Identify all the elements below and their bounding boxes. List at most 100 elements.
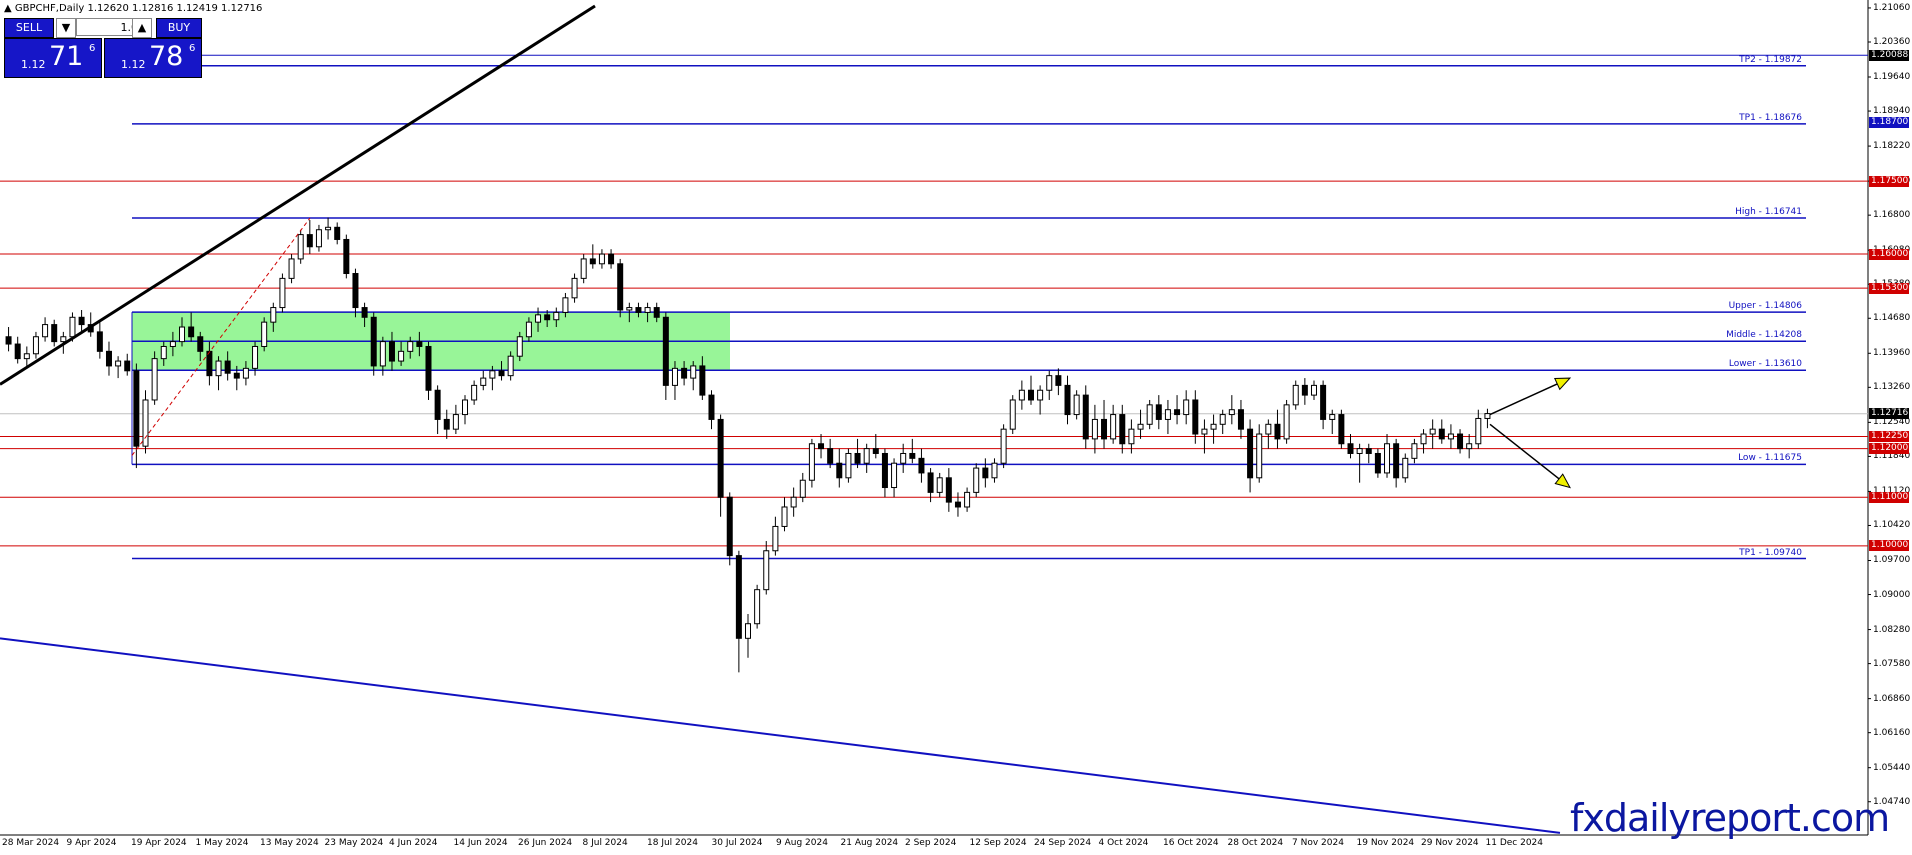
candle-body bbox=[334, 226, 341, 240]
candle-body bbox=[1192, 399, 1199, 435]
candle-body bbox=[115, 360, 122, 367]
candle-body bbox=[297, 234, 304, 260]
candle-body bbox=[763, 550, 770, 591]
price-badge: 1.17500 bbox=[1869, 175, 1909, 187]
candle-body bbox=[452, 414, 459, 430]
candle-body bbox=[918, 457, 925, 474]
candle-body bbox=[306, 234, 313, 248]
candle-body bbox=[900, 452, 907, 464]
lot-decrease-button[interactable]: ▼ bbox=[56, 18, 76, 38]
candle-body bbox=[909, 452, 916, 459]
candle-body bbox=[425, 345, 432, 391]
candle-body bbox=[471, 384, 478, 401]
y-tick-label: 1.06160 bbox=[1873, 727, 1911, 738]
candle-body bbox=[653, 307, 660, 318]
candle-body bbox=[1320, 384, 1327, 420]
buy-price-big: 78 bbox=[149, 41, 184, 72]
candle-body bbox=[1201, 428, 1208, 435]
lot-increase-button[interactable]: ▲ bbox=[132, 18, 152, 38]
candle-body bbox=[507, 355, 514, 377]
candle-body bbox=[407, 341, 414, 352]
buy-price-sup: 6 bbox=[189, 43, 196, 54]
price-badge: 1.18700 bbox=[1869, 117, 1909, 129]
candle-body bbox=[799, 479, 806, 498]
candle-body bbox=[1329, 414, 1336, 420]
candle-body bbox=[891, 462, 898, 489]
y-tick-label: 1.07580 bbox=[1873, 658, 1911, 669]
price-badge: 1.20088 bbox=[1869, 49, 1909, 61]
level-label: TP1 - 1.18676 bbox=[1739, 112, 1802, 123]
x-tick-label: 8 Jul 2024 bbox=[582, 838, 628, 848]
x-tick-label: 28 Oct 2024 bbox=[1227, 838, 1284, 848]
y-tick-label: 1.19640 bbox=[1873, 72, 1911, 82]
candle-body bbox=[188, 326, 195, 338]
x-tick-label: 4 Jun 2024 bbox=[389, 838, 438, 848]
x-tick-label: 7 Nov 2024 bbox=[1292, 838, 1344, 848]
candle-body bbox=[215, 360, 222, 377]
candle-body bbox=[233, 372, 240, 379]
y-tick-label: 1.14680 bbox=[1873, 313, 1911, 324]
candle-body bbox=[681, 367, 688, 379]
candle-body bbox=[1265, 423, 1272, 435]
y-tick-label: 1.08280 bbox=[1873, 624, 1911, 635]
candle-body bbox=[726, 496, 733, 557]
x-tick-label: 24 Sep 2024 bbox=[1034, 838, 1092, 848]
y-tick-label: 1.18220 bbox=[1873, 141, 1911, 152]
level-label: TP2 - 1.19872 bbox=[1739, 54, 1802, 65]
candle-body bbox=[580, 258, 587, 279]
x-tick-label: 19 Apr 2024 bbox=[131, 838, 187, 848]
x-tick-label: 18 Jul 2024 bbox=[647, 838, 698, 848]
candle-body bbox=[781, 506, 788, 527]
candle-body bbox=[96, 331, 103, 352]
sell-button[interactable]: SELL bbox=[4, 18, 54, 38]
x-tick-label: 9 Aug 2024 bbox=[776, 838, 828, 848]
sell-price-big: 71 bbox=[49, 41, 84, 72]
candle-body bbox=[1146, 404, 1153, 425]
candle-body bbox=[124, 360, 131, 372]
candle-body bbox=[1110, 414, 1117, 440]
candle-body bbox=[398, 350, 405, 362]
candle-body bbox=[1037, 389, 1044, 401]
candle-body bbox=[1447, 433, 1454, 440]
candle-body bbox=[1228, 409, 1235, 416]
y-tick-label: 1.10420 bbox=[1873, 520, 1911, 531]
candle-body bbox=[69, 316, 76, 338]
candle-body bbox=[23, 353, 30, 360]
candle-body bbox=[1219, 414, 1226, 425]
candle-body bbox=[1438, 428, 1445, 440]
buy-price-box[interactable]: 1.12 78 6 bbox=[104, 38, 202, 78]
candle-body bbox=[1091, 418, 1098, 440]
buy-price-prefix: 1.12 bbox=[121, 58, 146, 71]
candle-body bbox=[315, 229, 322, 248]
candle-body bbox=[242, 367, 249, 379]
candle-body bbox=[1174, 409, 1181, 416]
candle-body bbox=[699, 365, 706, 396]
sell-price-box[interactable]: 1.12 71 6 bbox=[4, 38, 102, 78]
candle-body bbox=[462, 399, 469, 416]
candle-body bbox=[1466, 443, 1473, 450]
candle-body bbox=[1046, 375, 1053, 391]
level-label: High - 1.16741 bbox=[1735, 207, 1802, 218]
price-badge: 1.15300 bbox=[1869, 282, 1909, 294]
price-chart[interactable] bbox=[0, 0, 1912, 855]
candle-body bbox=[991, 462, 998, 479]
candle-body bbox=[644, 307, 651, 313]
candle-body bbox=[498, 370, 505, 377]
candle-body bbox=[1009, 399, 1016, 430]
candle-body bbox=[1365, 448, 1372, 454]
candle-body bbox=[1018, 389, 1025, 401]
candle-body bbox=[1292, 384, 1299, 406]
candle-body bbox=[160, 345, 167, 360]
candle-body bbox=[553, 311, 560, 321]
candle-body bbox=[78, 316, 85, 326]
y-tick-label: 1.05440 bbox=[1873, 762, 1911, 773]
y-tick-label: 1.21060 bbox=[1873, 2, 1911, 13]
candle-body bbox=[571, 277, 578, 299]
candle-body bbox=[1119, 414, 1126, 445]
candle-body bbox=[927, 472, 934, 493]
candle-body bbox=[1411, 443, 1418, 459]
symbol-label: GBPCHF,Daily bbox=[14, 3, 85, 14]
candle-body bbox=[1429, 428, 1436, 435]
candle-body bbox=[1384, 443, 1391, 474]
buy-button[interactable]: BUY bbox=[156, 18, 202, 38]
